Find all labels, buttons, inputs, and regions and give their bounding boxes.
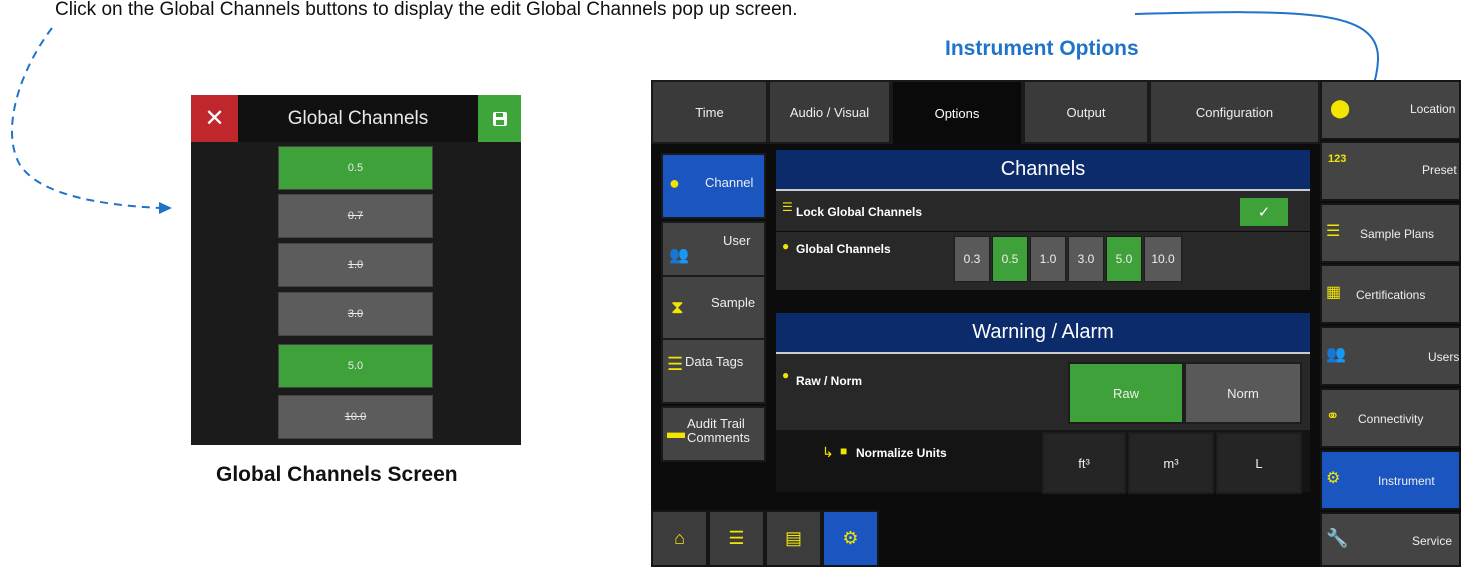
arrow-indent-icon: ↳ <box>822 444 834 460</box>
global-channels-row: ● Global Channels 0.3 0.5 1.0 3.0 5.0 10… <box>776 232 1310 290</box>
side-label-comments: Comments <box>687 430 750 445</box>
plans-list-icon: ☰ <box>1326 223 1341 240</box>
certificate-icon: ▦ <box>1326 284 1342 301</box>
raw-norm-label: Raw / Norm <box>796 374 863 388</box>
global-channels-buttons[interactable]: 0.3 0.5 1.0 3.0 5.0 10.0 <box>954 236 1304 282</box>
nav-connectivity[interactable]: ⚭ Connectivity <box>1320 388 1461 448</box>
bottom-home-button[interactable]: ⌂ <box>651 510 708 567</box>
nav-instrument[interactable]: ⚙ Instrument <box>1320 450 1461 510</box>
save-button[interactable] <box>478 95 521 142</box>
lock-global-channels-row: ☰ Lock Global Channels ✓ <box>776 191 1310 231</box>
unit-button-ft3[interactable]: ft³ <box>1042 432 1126 494</box>
popup-channel-1.0[interactable]: 1.0 <box>278 243 433 287</box>
nav-certifications[interactable]: ▦ Certifications <box>1320 264 1461 324</box>
channel-button-5.0[interactable]: 5.0 <box>1106 236 1142 282</box>
channel-dots-icon: ● <box>782 239 790 253</box>
channel-button-3.0[interactable]: 3.0 <box>1068 236 1104 282</box>
side-item-sample[interactable]: ⧗ Sample <box>661 275 766 341</box>
close-button[interactable]: ✕ <box>191 95 238 142</box>
side-label-audit-trail: Audit Trail <box>687 416 745 431</box>
bottom-settings-button[interactable]: ⚙ <box>822 510 879 567</box>
gear-icon: ⚙ <box>842 528 859 548</box>
comment-box-icon: ▬ <box>667 422 685 442</box>
popup-channel-10.0[interactable]: 10.0 <box>278 395 433 439</box>
side-label-data-tags: Data Tags <box>685 354 744 369</box>
numbers-icon: 123 <box>1328 153 1347 165</box>
tab-output[interactable]: Output <box>1023 80 1149 144</box>
users-icon: 👥 <box>1326 346 1346 363</box>
channel-button-0.3[interactable]: 0.3 <box>954 236 990 282</box>
channels-section-header: Channels <box>776 150 1310 191</box>
location-pin-icon: ⬤ <box>1330 98 1351 118</box>
nav-label-instrument: Instrument <box>1378 474 1435 488</box>
list-icon: ☰ <box>667 354 684 374</box>
global-channels-label: Global Channels <box>796 242 891 256</box>
lock-checkbox[interactable]: ✓ <box>1240 198 1288 226</box>
side-label-channel: Channel <box>705 175 754 190</box>
popup-channel-5.0[interactable]: 5.0 <box>278 344 433 388</box>
caption-instrument-options: Instrument Options <box>945 37 1139 60</box>
popup-channel-0.7[interactable]: 0.7 <box>278 194 433 238</box>
normalize-units-label: Normalize Units <box>856 446 947 460</box>
list-icon: ☰ <box>728 528 745 548</box>
nav-location[interactable]: ⬤ Location <box>1320 80 1461 140</box>
network-icon: ⚭ <box>1326 408 1340 425</box>
global-channels-popup: ✕ Global Channels 0.5 0.7 1.0 3.0 5.0 10… <box>191 95 521 445</box>
units-icon: ■ <box>840 444 848 458</box>
nav-label-location: Location <box>1410 102 1456 116</box>
tab-options[interactable]: Options <box>891 80 1023 144</box>
save-icon <box>492 111 507 126</box>
nav-preset[interactable]: 123 Preset <box>1320 141 1461 201</box>
raw-norm-icon: ● <box>782 368 790 382</box>
normalize-units-row: ↳ ■ Normalize Units ft³ m³ L <box>776 430 1310 494</box>
channel-button-1.0[interactable]: 1.0 <box>1030 236 1066 282</box>
users-icon: 👥 <box>669 247 689 264</box>
popup-channel-3.0[interactable]: 3.0 <box>278 292 433 336</box>
warning-alarm-section-header: Warning / Alarm <box>776 313 1310 354</box>
channel-button-0.5[interactable]: 0.5 <box>992 236 1028 282</box>
side-label-user: User <box>723 233 751 248</box>
channel-button-10.0[interactable]: 10.0 <box>1144 236 1182 282</box>
caption-global-channels-screen: Global Channels Screen <box>216 463 458 486</box>
tab-audio-visual[interactable]: Audio / Visual <box>768 80 891 144</box>
bottom-document-button[interactable]: ▤ <box>765 510 822 567</box>
wrench-icon: 🔧 <box>1326 528 1349 548</box>
home-icon: ⌂ <box>674 528 685 548</box>
raw-norm-row: ● Raw / Norm Raw Norm <box>776 354 1310 430</box>
nav-sample-plans[interactable]: ☰ Sample Plans <box>1320 203 1461 263</box>
close-icon: ✕ <box>204 105 225 132</box>
nav-label-connectivity: Connectivity <box>1358 412 1424 426</box>
tab-time[interactable]: Time <box>651 80 768 144</box>
instrument-gear-icon: ⚙ <box>1326 470 1341 487</box>
nav-users[interactable]: 👥 Users <box>1320 326 1461 386</box>
side-item-channel[interactable]: ● Channel <box>661 153 766 219</box>
side-item-audit-trail[interactable]: ▬ Audit Trail Comments <box>661 406 766 462</box>
popup-channel-0.5[interactable]: 0.5 <box>278 146 433 190</box>
nav-label-sample-plans: Sample Plans <box>1360 227 1435 241</box>
instrument-options-screen: Time Audio / Visual Options Output Confi… <box>651 80 1461 567</box>
unit-button-l[interactable]: L <box>1216 432 1302 494</box>
nav-label-certifications: Certifications <box>1356 288 1426 302</box>
document-icon: ▤ <box>784 528 802 548</box>
tab-configuration[interactable]: Configuration <box>1149 80 1320 144</box>
nav-label-service: Service <box>1412 534 1453 548</box>
channel-dots-icon: ● <box>669 173 680 193</box>
hourglass-icon: ⧗ <box>671 297 684 317</box>
nav-label-preset: Preset <box>1422 163 1457 177</box>
side-item-data-tags[interactable]: ☰ Data Tags <box>661 338 766 404</box>
nav-label-users: Users <box>1428 350 1460 364</box>
unit-button-m3[interactable]: m³ <box>1128 432 1214 494</box>
raw-button[interactable]: Raw <box>1068 362 1184 424</box>
lock-global-channels-label: Lock Global Channels <box>796 205 923 219</box>
side-label-sample: Sample <box>711 295 756 310</box>
check-icon: ✓ <box>1257 204 1271 221</box>
popup-title: Global Channels <box>287 107 429 129</box>
lock-icon: ☰ <box>782 200 793 214</box>
bottom-list-button[interactable]: ☰ <box>708 510 765 567</box>
norm-button[interactable]: Norm <box>1184 362 1302 424</box>
nav-service[interactable]: 🔧 Service <box>1320 512 1461 567</box>
